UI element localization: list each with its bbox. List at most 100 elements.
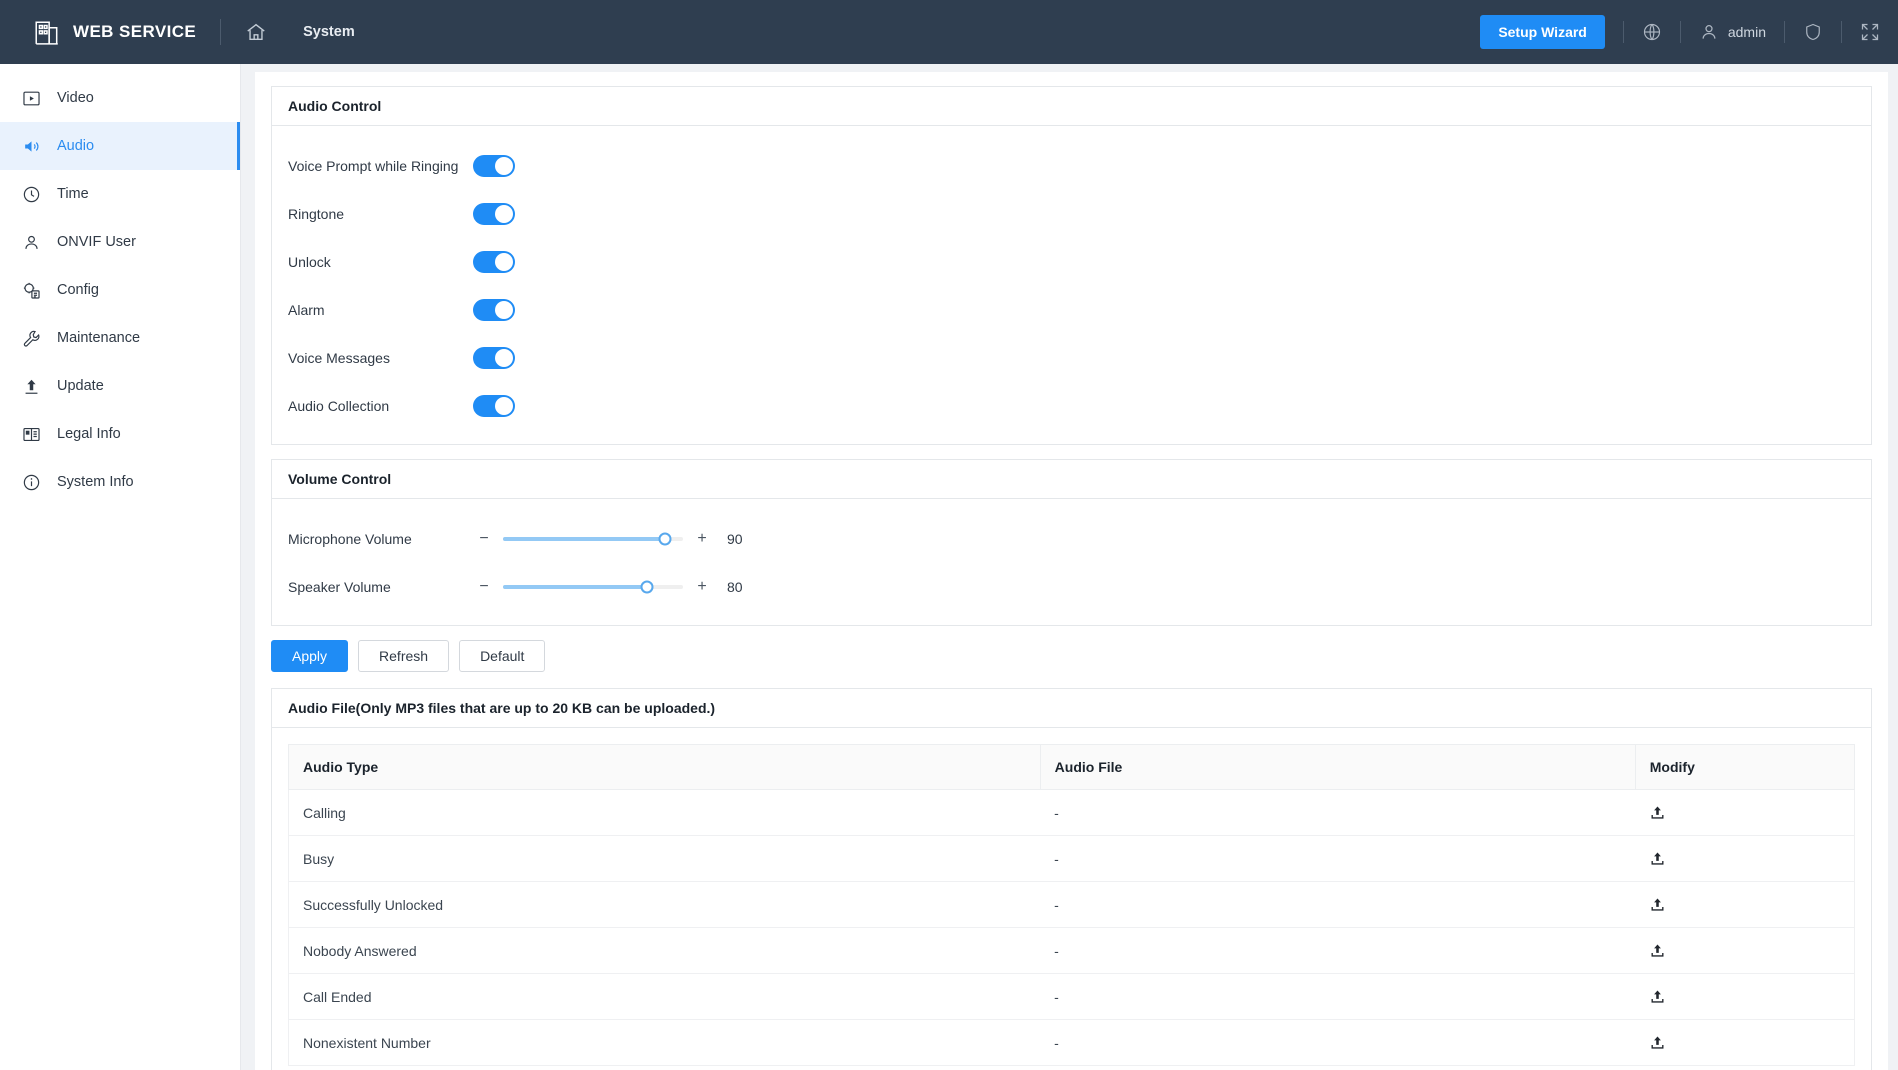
sidebar-item-time[interactable]: Time — [0, 170, 240, 218]
volume-increase-button[interactable]: + — [691, 579, 713, 595]
cell-modify — [1635, 973, 1856, 1020]
upload-icon[interactable] — [1649, 850, 1666, 867]
toggle-unlock[interactable] — [473, 251, 515, 273]
upload-arrow-icon — [25, 379, 38, 394]
audio-control-label: Ringtone — [288, 206, 345, 222]
user-menu[interactable]: admin — [1699, 22, 1766, 42]
audio-control-label: Unlock — [288, 254, 331, 270]
upload-icon[interactable] — [1649, 896, 1666, 913]
action-button-bar: Apply Refresh Default — [271, 640, 1872, 672]
toggle-voice-messages[interactable] — [473, 347, 515, 369]
top-header: WEB SERVICE System Setup Wizard admin — [0, 0, 1898, 64]
cell-audio-type: Busy — [288, 835, 1041, 882]
toggle-knob — [495, 253, 513, 271]
volume-increase-button[interactable]: + — [691, 531, 713, 547]
upload-icon[interactable] — [1649, 988, 1666, 1005]
volume-value: 90 — [727, 531, 743, 547]
toggle-knob — [495, 349, 513, 367]
apply-button[interactable]: Apply — [271, 640, 349, 672]
header-actions: Setup Wizard admin — [1480, 15, 1880, 49]
volume-slider-track[interactable] — [503, 532, 683, 546]
volume-slider-track[interactable] — [503, 580, 683, 594]
sidebar-item-maintenance[interactable]: Maintenance — [0, 314, 240, 362]
audio-control-row: Audio Collection — [288, 382, 1855, 430]
volume-slider-group: − +90 — [473, 531, 753, 548]
volume-slider-group: − +80 — [473, 579, 753, 596]
toggle-knob — [495, 397, 513, 415]
toggle-ringtone[interactable] — [473, 203, 515, 225]
volume-slider-thumb[interactable] — [640, 580, 654, 594]
audio-icon — [25, 140, 39, 152]
column-header-modify: Modify — [1634, 744, 1856, 790]
main-scroll-area[interactable]: Audio Control Voice Prompt while Ringing… — [241, 64, 1898, 1070]
sidebar-item-label: Video — [57, 90, 94, 106]
volume-slider-thumb[interactable] — [658, 532, 672, 546]
info-icon — [23, 474, 40, 490]
toggle-knob — [495, 205, 513, 223]
volume-control-row: Microphone Volume − +90 — [288, 515, 1855, 563]
sidebar-item-onvif-user[interactable]: ONVIF User — [0, 218, 240, 266]
sidebar-item-audio[interactable]: Audio — [0, 122, 240, 170]
volume-control-panel: Volume Control Microphone Volume − +90 Spea… — [271, 459, 1872, 626]
table-header-row: Audio Type Audio File Modify — [288, 744, 1856, 790]
column-header-audio-file: Audio File — [1039, 744, 1636, 790]
audio-control-row: Voice Messages — [288, 334, 1855, 382]
volume-control-title: Volume Control — [272, 460, 1871, 499]
clock-icon — [23, 186, 40, 202]
refresh-button[interactable]: Refresh — [358, 640, 450, 672]
volume-decrease-button[interactable]: − — [473, 531, 495, 547]
cell-modify — [1635, 789, 1856, 836]
header-separator — [220, 19, 222, 45]
wrench-icon — [23, 330, 40, 347]
cell-audio-file: - — [1040, 1019, 1636, 1066]
sidebar-item-config[interactable]: Config — [0, 266, 240, 314]
sidebar-item-legal-info[interactable]: Legal Info — [0, 410, 240, 458]
toggle-knob — [495, 301, 513, 319]
config-icon — [23, 282, 40, 299]
sidebar-item-video[interactable]: Video — [0, 74, 240, 122]
sidebar-item-label: Legal Info — [57, 426, 121, 442]
audio-control-row: Unlock — [288, 238, 1855, 286]
sidebar-item-label: System Info — [57, 474, 134, 490]
audio-control-row: Alarm — [288, 286, 1855, 334]
toggle-alarm[interactable] — [473, 299, 515, 321]
upload-icon[interactable] — [1649, 804, 1666, 821]
header-divider-3 — [1784, 21, 1785, 43]
table-row: Nonexistent Number - — [288, 1019, 1856, 1066]
header-nav-label[interactable]: System — [303, 24, 355, 40]
sidebar-item-label: Update — [57, 378, 104, 394]
sidebar-item-update[interactable]: Update — [0, 362, 240, 410]
default-button[interactable]: Default — [459, 640, 546, 672]
table-row: Call Ended - — [288, 973, 1856, 1020]
toggle-voice-prompt-while-ringing[interactable] — [473, 155, 515, 177]
home-icon[interactable] — [245, 21, 267, 43]
upload-icon[interactable] — [1649, 942, 1666, 959]
sidebar-item-label: Config — [57, 282, 99, 298]
cell-audio-type: Call Ended — [288, 973, 1041, 1020]
cell-audio-file: - — [1040, 789, 1636, 836]
audio-control-row: Voice Prompt while Ringing — [288, 142, 1855, 190]
cell-modify — [1635, 835, 1856, 882]
volume-control-row: Speaker Volume − +80 — [288, 563, 1855, 611]
brand-label: WEB SERVICE — [73, 22, 197, 41]
toggle-audio-collection[interactable] — [473, 395, 515, 417]
upload-icon[interactable] — [1649, 1034, 1666, 1051]
audio-control-label: Voice Messages — [288, 350, 390, 366]
video-icon — [23, 91, 40, 105]
audio-file-panel: Audio File(Only MP3 files that are up to… — [271, 688, 1872, 1070]
setup-wizard-button[interactable]: Setup Wizard — [1480, 15, 1605, 49]
sidebar-item-label: Maintenance — [57, 330, 141, 346]
user-name-label: admin — [1727, 24, 1766, 40]
sidebar-item-system-info[interactable]: System Info — [0, 458, 240, 506]
collapse-icon[interactable] — [1860, 22, 1880, 42]
sidebar-item-label: ONVIF User — [57, 234, 136, 250]
globe-icon[interactable] — [1642, 22, 1662, 42]
audio-control-title: Audio Control — [272, 87, 1871, 126]
audio-file-table-body: Calling - Busy - Successfully Unlocked - Nobod… — [288, 789, 1856, 1066]
shield-icon[interactable] — [1803, 22, 1823, 42]
audio-file-table: Audio Type Audio File Modify Calling - Bus… — [288, 744, 1856, 1066]
cell-audio-file: - — [1040, 881, 1636, 928]
page-content: Audio Control Voice Prompt while Ringing… — [255, 72, 1888, 1070]
volume-control-label: Speaker Volume — [288, 579, 391, 595]
volume-decrease-button[interactable]: − — [473, 579, 495, 595]
